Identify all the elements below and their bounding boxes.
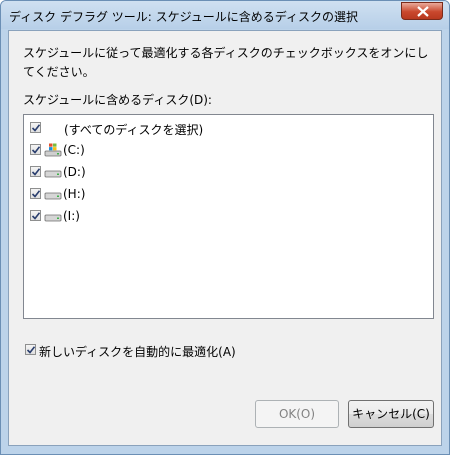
hard-drive-icon xyxy=(44,170,62,178)
close-icon xyxy=(417,6,429,17)
auto-optimize-checkbox[interactable] xyxy=(25,344,36,355)
checkmark-icon xyxy=(26,346,36,354)
hard-drive-icon xyxy=(44,192,62,200)
checkmark-icon xyxy=(31,146,41,154)
disk-list-label: スケジュールに含めるディスク(D): xyxy=(23,93,212,107)
disk-d-checkbox[interactable] xyxy=(30,166,41,177)
disk-i-label: (I:) xyxy=(63,209,80,223)
disk-i-checkbox[interactable] xyxy=(30,210,41,221)
disk-h-checkbox[interactable] xyxy=(30,188,41,199)
auto-optimize-label: 新しいディスクを自動的に最適化(A) xyxy=(39,345,236,359)
checkmark-icon xyxy=(31,124,41,132)
disk-c-checkbox[interactable] xyxy=(30,144,41,155)
cancel-button[interactable]: キャンセル(C) xyxy=(348,400,434,428)
disk-list[interactable]: (すべてのディスクを選択) (C:) (D:) (H:) (I:) xyxy=(23,114,434,319)
checkmark-icon xyxy=(31,168,41,176)
disk-h-label: (H:) xyxy=(63,187,86,201)
dialog-window: ディスク デフラグ ツール: スケジュールに含めるディスクの選択 スケジュールに… xyxy=(0,0,450,455)
dialog-content: スケジュールに従って最適化する各ディスクのチェックボックスをオンにしてください。… xyxy=(8,30,442,446)
ok-button[interactable]: OK(O) xyxy=(255,400,339,428)
window-title: ディスク デフラグ ツール: スケジュールに含めるディスクの選択 xyxy=(9,10,358,24)
select-all-checkbox[interactable] xyxy=(30,122,41,133)
select-all-label: (すべてのディスクを選択) xyxy=(64,123,204,137)
hard-drive-icon xyxy=(44,214,62,222)
close-button[interactable] xyxy=(401,2,443,20)
disk-c-label: (C:) xyxy=(63,143,85,157)
title-bar[interactable]: ディスク デフラグ ツール: スケジュールに含めるディスクの選択 xyxy=(1,1,449,29)
instruction-text: スケジュールに従って最適化する各ディスクのチェックボックスをオンにしてください。 xyxy=(23,46,429,79)
disk-d-label: (D:) xyxy=(63,165,86,179)
checkmark-icon xyxy=(31,190,41,198)
windows-drive-icon xyxy=(44,143,62,157)
checkmark-icon xyxy=(31,212,41,220)
